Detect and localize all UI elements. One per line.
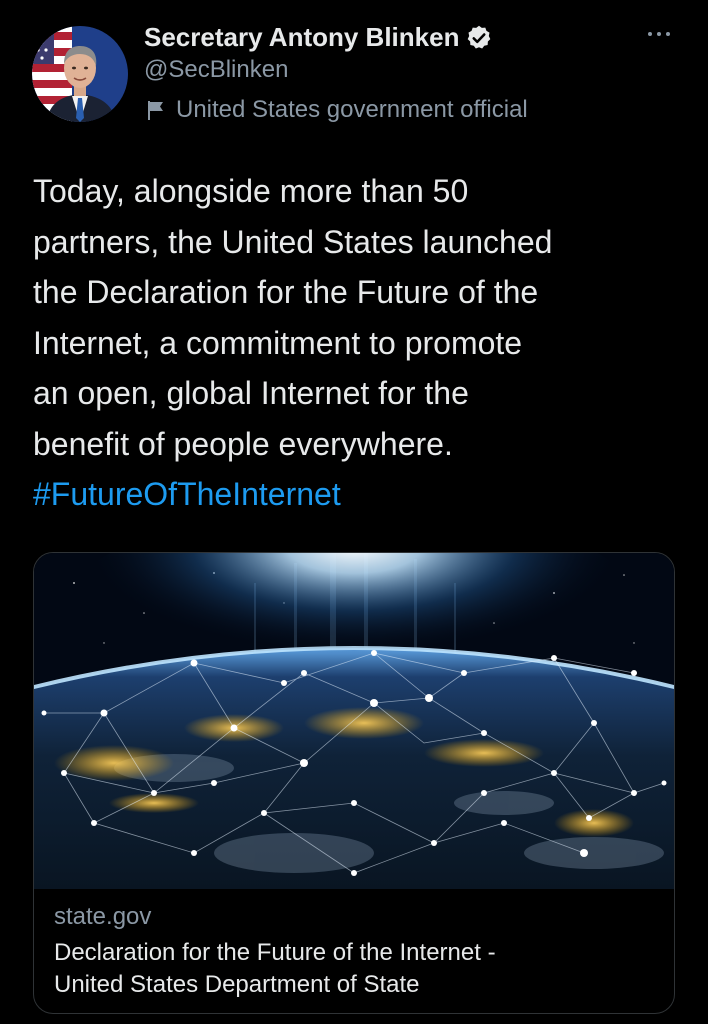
- tweet-text-line: benefit of people everywhere.: [33, 425, 453, 462]
- display-name-text: Secretary Antony Blinken: [144, 22, 460, 52]
- card-title-line: Declaration for the Future of the Intern…: [54, 939, 496, 966]
- tweet-text: Today, alongside more than 50 partners, …: [33, 166, 683, 520]
- author-handle[interactable]: @SecBlinken: [144, 56, 288, 84]
- tweet-text-line: the Declaration for the Future of the: [33, 274, 539, 310]
- more-options-icon[interactable]: [644, 24, 674, 44]
- tweet-text-line: Today, alongside more than 50: [33, 173, 469, 209]
- hashtag-link[interactable]: #FutureOfTheInternet: [33, 469, 683, 520]
- government-label: United States government official: [144, 96, 528, 124]
- avatar[interactable]: [32, 26, 128, 122]
- tweet: Secretary Antony Blinken @SecBlinken Uni…: [0, 0, 708, 1024]
- card-image[interactable]: [34, 553, 674, 889]
- card-title-line: United States Department of State: [54, 971, 420, 998]
- tweet-text-line: an open, global Internet for the: [33, 375, 469, 411]
- flag-icon: [144, 98, 168, 122]
- author-display-name[interactable]: Secretary Antony Blinken: [144, 22, 493, 53]
- card-domain: state.gov: [54, 903, 152, 930]
- government-label-text: United States government official: [176, 96, 528, 123]
- link-preview-card[interactable]: state.gov Declaration for the Future of …: [33, 552, 675, 1014]
- tweet-text-line: partners, the United States launched: [33, 223, 553, 260]
- tweet-text-line: Internet, a commitment to promote: [33, 324, 523, 361]
- verified-badge-icon: [465, 24, 493, 52]
- card-title: Declaration for the Future of the Intern…: [54, 937, 654, 1001]
